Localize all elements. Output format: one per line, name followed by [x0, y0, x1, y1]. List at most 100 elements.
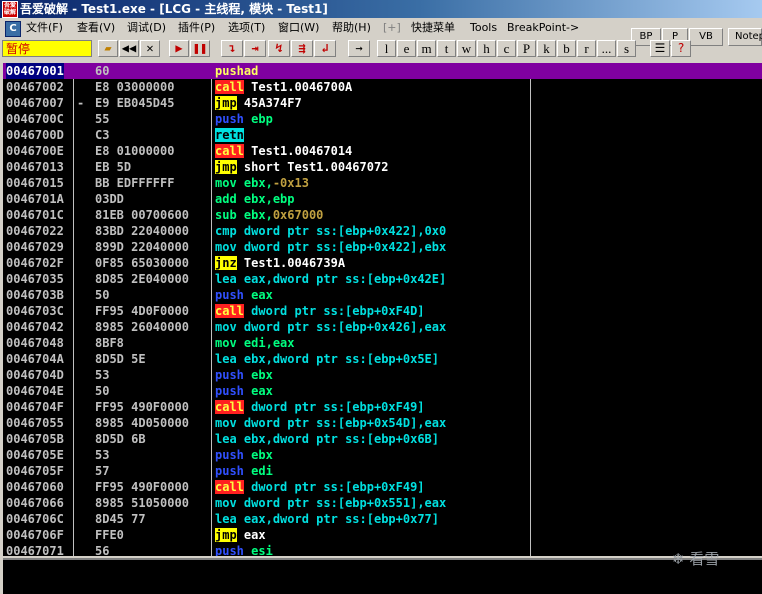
help-icon[interactable]: ? — [671, 40, 691, 57]
disasm-row[interactable]: 00467048 8BF8 mov edi,eax — [3, 335, 762, 351]
disasm-row[interactable]: 0046706F FFE0 jmp eax — [3, 527, 762, 543]
tb-breakpoints-button[interactable]: b — [557, 40, 576, 57]
app-icon[interactable]: 吾爱破解 — [2, 1, 18, 18]
menu-help[interactable]: 帮助(H) — [332, 19, 371, 37]
restart-icon[interactable]: ◀◀ — [119, 40, 139, 57]
tb-handles-button[interactable]: h — [477, 40, 496, 57]
disasm-row[interactable]: 00467060 FF95 490F0000 call dword ptr ss:[… — [3, 479, 762, 495]
disasm-row[interactable]: 00467071 56 push esi — [3, 543, 762, 556]
disassembly: call dword ptr ss:[ebp+0xF49] — [215, 399, 425, 415]
disasm-row[interactable]: 0046702F 0F85 65030000 jnz Test1.0046739A — [3, 255, 762, 271]
disasm-row[interactable]: 0046704D 53 push ebx — [3, 367, 762, 383]
menu-breakpoint[interactable]: BreakPoint-> — [507, 19, 579, 37]
disasm-row[interactable]: 00467022 83BD 22040000 cmp dword ptr ss:[e… — [3, 223, 762, 239]
menu-view[interactable]: 查看(V) — [77, 19, 115, 37]
disasm-row[interactable]: 0046704F FF95 490F0000 call dword ptr ss:[… — [3, 399, 762, 415]
disasm-row[interactable]: 00467007- E9 EB045D45 jmp 45A374F7 — [3, 95, 762, 111]
disasm-row[interactable]: 0046704E 50 push eax — [3, 383, 762, 399]
mnemonic: call — [215, 400, 244, 414]
address: 0046701C — [6, 208, 64, 222]
tb-threads-button[interactable]: t — [437, 40, 456, 57]
pause-icon[interactable]: ❚❚ — [190, 40, 210, 57]
tb-references-button[interactable]: r — [577, 40, 596, 57]
notepad-button[interactable]: Notep — [728, 28, 762, 46]
disasm-row[interactable]: 0046700C 55 push ebp — [3, 111, 762, 127]
menu-file[interactable]: 文件(F) — [26, 19, 63, 37]
close-icon[interactable]: ✕ — [140, 40, 160, 57]
address: 0046703B — [6, 288, 64, 302]
disasm-row[interactable]: 0046700D C3 retn — [3, 127, 762, 143]
menu-debug[interactable]: 调试(D) — [127, 19, 166, 37]
hex-bytes: E9 EB045D45 — [95, 96, 175, 110]
address: 0046701A — [6, 192, 64, 206]
menu-plus[interactable]: [+] — [383, 19, 401, 37]
tb-callstack-button[interactable]: k — [537, 40, 556, 57]
disassembly-pane[interactable]: 00467001 60 pushad 00467002 E8 03000000 call … — [3, 63, 762, 556]
disasm-row[interactable]: 00467055 8985 4D050000 mov dword ptr ss:[e… — [3, 415, 762, 431]
disasm-row[interactable]: 0046705E 53 push ebx — [3, 447, 762, 463]
disasm-row[interactable]: 00467066 8985 51050000 mov dword ptr ss:[e… — [3, 495, 762, 511]
disasm-row[interactable]: 0046700E E8 01000000 call Test1.00467014 — [3, 143, 762, 159]
operand: edi — [251, 464, 273, 478]
tb-windows-button[interactable]: w — [457, 40, 476, 57]
disasm-row[interactable]: 0046705F 57 push edi — [3, 463, 762, 479]
menu-window[interactable]: 窗口(W) — [278, 19, 319, 37]
address: 0046700E — [6, 144, 64, 158]
vb-button[interactable]: VB — [689, 28, 723, 46]
tb-log-button[interactable]: l — [377, 40, 396, 57]
disasm-row[interactable]: 0046705B 8D5D 6B lea ebx,dword ptr ss:[ebp… — [3, 431, 762, 447]
animate-into-icon[interactable]: ↯ — [268, 40, 290, 57]
disasm-row[interactable]: 00467029 899D 22040000 mov dword ptr ss:[e… — [3, 239, 762, 255]
step-into-icon[interactable]: ↴ — [221, 40, 243, 57]
run-icon[interactable]: ▶ — [169, 40, 189, 57]
disassembly: retn — [215, 127, 244, 143]
disasm-row[interactable]: 0046704A 8D5D 5E lea ebx,dword ptr ss:[ebp… — [3, 351, 762, 367]
disasm-row[interactable]: 0046703B 50 push eax — [3, 287, 762, 303]
disassembly: cmp dword ptr ss:[ebp+0x422],0x0 — [215, 223, 446, 239]
open-icon[interactable]: ▰ — [98, 40, 118, 57]
mdi-child-icon[interactable]: C — [5, 21, 21, 37]
disassembly: jmp short Test1.00467072 — [215, 159, 388, 175]
menu-shortcut[interactable]: 快捷菜单 — [411, 19, 455, 37]
list-icon[interactable]: ☰ — [650, 40, 670, 57]
mnemonic: mov — [215, 240, 237, 254]
disasm-row[interactable]: 00467013 EB 5D jmp short Test1.00467072 — [3, 159, 762, 175]
tb-runtrace-button[interactable]: ... — [597, 40, 616, 57]
tb-source-button[interactable]: s — [617, 40, 636, 57]
hex-bytes: 899D 22040000 — [95, 240, 189, 254]
hex-bytes: FF95 490F0000 — [95, 400, 189, 414]
disasm-row[interactable]: 00467035 8D85 2E040000 lea eax,dword ptr s… — [3, 271, 762, 287]
menu-tools[interactable]: Tools — [470, 19, 497, 37]
title-bar[interactable]: 吾爱破解 吾爱破解 - Test1.exe - [LCG - 主线程, 模块 -… — [0, 0, 762, 18]
disasm-row[interactable]: 00467001 60 pushad — [3, 63, 762, 79]
animate-over-icon[interactable]: ⇶ — [291, 40, 313, 57]
menu-plugins[interactable]: 插件(P) — [178, 19, 215, 37]
step-over-icon[interactable]: ⇥ — [244, 40, 266, 57]
hex-bytes: 55 — [95, 112, 110, 126]
mnemonic: mov — [215, 416, 237, 430]
disasm-row[interactable]: 0046703C FF95 4D0F0000 call dword ptr ss:[… — [3, 303, 762, 319]
mnemonic: push — [215, 544, 244, 556]
address: 00467001 — [6, 63, 64, 79]
hex-bytes: 8D45 77 — [95, 512, 146, 526]
tb-cpu-button[interactable]: c — [497, 40, 516, 57]
execute-till-return-icon[interactable]: ↲ — [314, 40, 336, 57]
address: 00467002 — [6, 80, 64, 94]
tb-memory-button[interactable]: m — [417, 40, 436, 57]
address: 0046704F — [6, 400, 64, 414]
go-to-icon[interactable]: → — [348, 40, 370, 57]
address: 00467007 — [6, 96, 64, 110]
menu-options[interactable]: 选项(T) — [228, 19, 265, 37]
disasm-row[interactable]: 00467042 8985 26040000 mov dword ptr ss:[e… — [3, 319, 762, 335]
disasm-row[interactable]: 0046706C 8D45 77 lea eax,dword ptr ss:[ebp… — [3, 511, 762, 527]
operand-immediate: -0x13 — [272, 176, 309, 190]
tb-modules-button[interactable]: e — [397, 40, 416, 57]
address: 00467071 — [6, 544, 64, 556]
disasm-row[interactable]: 0046701C 81EB 00700600 sub ebx,0x67000 — [3, 207, 762, 223]
hex-bytes: 81EB 00700600 — [95, 208, 189, 222]
disasm-row[interactable]: 00467015 BB EDFFFFFF mov ebx,-0x13 — [3, 175, 762, 191]
tb-patches-button[interactable]: P — [517, 40, 536, 57]
disasm-row[interactable]: 0046701A 03DD add ebx,ebp — [3, 191, 762, 207]
disasm-row[interactable]: 00467002 E8 03000000 call Test1.0046700A — [3, 79, 762, 95]
operand: edi,eax — [243, 336, 295, 350]
